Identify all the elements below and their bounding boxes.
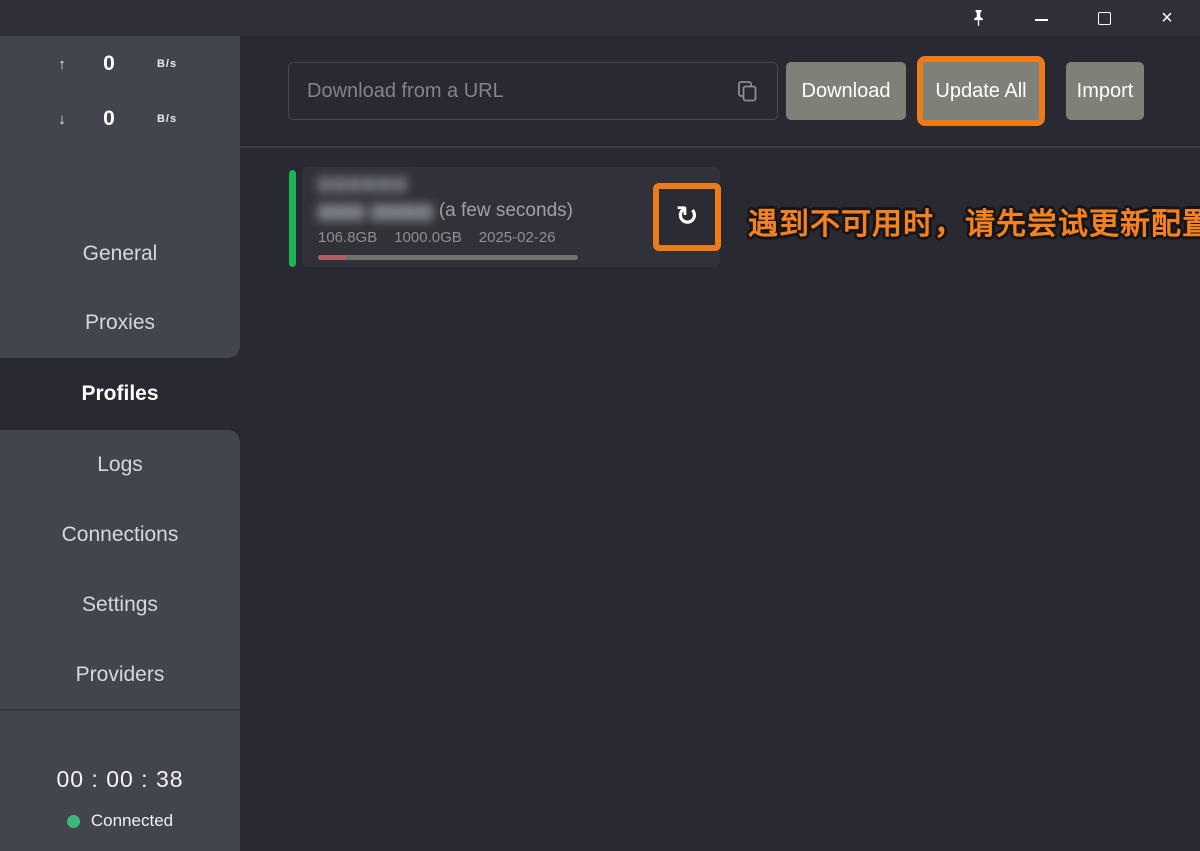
status-dot-icon bbox=[67, 815, 80, 828]
sidebar-middle-section: Logs Connections Settings Providers bbox=[0, 430, 240, 709]
sidebar-item-connections[interactable]: Connections bbox=[0, 500, 240, 570]
profile-name-redacted: ▆▆▆ ▆▆▆▆ bbox=[318, 200, 434, 221]
pin-button[interactable] bbox=[956, 2, 1000, 34]
maximize-icon bbox=[1098, 12, 1111, 25]
download-arrow-icon: ↓ bbox=[50, 111, 74, 128]
sidebar-item-logs[interactable]: Logs bbox=[0, 430, 240, 500]
paste-clipboard-button[interactable] bbox=[732, 78, 762, 106]
upload-speed-value: 0 bbox=[74, 52, 144, 76]
refresh-profile-button[interactable]: ↻ bbox=[653, 183, 721, 251]
close-icon: × bbox=[1161, 8, 1173, 28]
sidebar-item-providers[interactable]: Providers bbox=[0, 640, 240, 710]
upload-speed-unit: B/s bbox=[144, 58, 190, 70]
sidebar-item-general[interactable]: General bbox=[0, 219, 240, 289]
sidebar-item-settings[interactable]: Settings bbox=[0, 570, 240, 640]
refresh-icon: ↻ bbox=[676, 203, 699, 230]
profile-title-redacted: ▆▆▆▆▆▆ bbox=[318, 173, 408, 193]
download-button[interactable]: Download bbox=[786, 62, 906, 120]
sidebar-item-profiles[interactable]: Profiles bbox=[0, 358, 240, 430]
uptime-timer: 00 : 00 : 38 bbox=[0, 759, 240, 799]
active-profile-indicator bbox=[289, 170, 296, 267]
toolbar-divider bbox=[240, 146, 1200, 148]
traffic-upload: ↑ 0 B/s bbox=[0, 46, 240, 82]
sidebar-top-section: ↑ 0 B/s ↓ 0 B/s General Proxies bbox=[0, 36, 240, 358]
annotation-tip-text: 遇到不可用时，请先尝试更新配置 bbox=[748, 199, 1200, 243]
import-button[interactable]: Import bbox=[1066, 62, 1144, 120]
pin-icon bbox=[972, 9, 985, 27]
close-button[interactable]: × bbox=[1145, 2, 1189, 34]
profile-usage-progressbar bbox=[318, 255, 578, 260]
upload-arrow-icon: ↑ bbox=[50, 56, 74, 73]
profile-stats: 106.8GB 1000.0GB 2025-02-26 bbox=[318, 229, 556, 246]
connection-status: Connected bbox=[0, 803, 240, 839]
profile-used: 106.8GB bbox=[318, 229, 377, 246]
traffic-download: ↓ 0 B/s bbox=[0, 101, 240, 137]
copy-icon bbox=[735, 80, 759, 104]
download-speed-value: 0 bbox=[74, 107, 144, 131]
profile-progress-fill bbox=[318, 255, 346, 260]
profile-total: 1000.0GB bbox=[394, 229, 462, 246]
status-label: Connected bbox=[91, 811, 173, 831]
download-speed-unit: B/s bbox=[144, 113, 190, 125]
sidebar-bottom-section: 00 : 00 : 38 Connected bbox=[0, 711, 240, 851]
url-input[interactable] bbox=[288, 62, 778, 120]
sidebar-item-proxies[interactable]: Proxies bbox=[0, 288, 240, 358]
minimize-button[interactable] bbox=[1019, 2, 1063, 34]
maximize-button[interactable] bbox=[1082, 2, 1126, 34]
update-all-button[interactable]: Update All bbox=[917, 56, 1045, 126]
minimize-icon bbox=[1035, 19, 1048, 21]
profile-expire-date: 2025-02-26 bbox=[479, 229, 556, 246]
profile-subtitle: ▆▆▆ ▆▆▆▆ (a few seconds) bbox=[318, 199, 573, 222]
titlebar: × bbox=[0, 0, 1200, 36]
profile-updated-ago: (a few seconds) bbox=[439, 200, 573, 221]
